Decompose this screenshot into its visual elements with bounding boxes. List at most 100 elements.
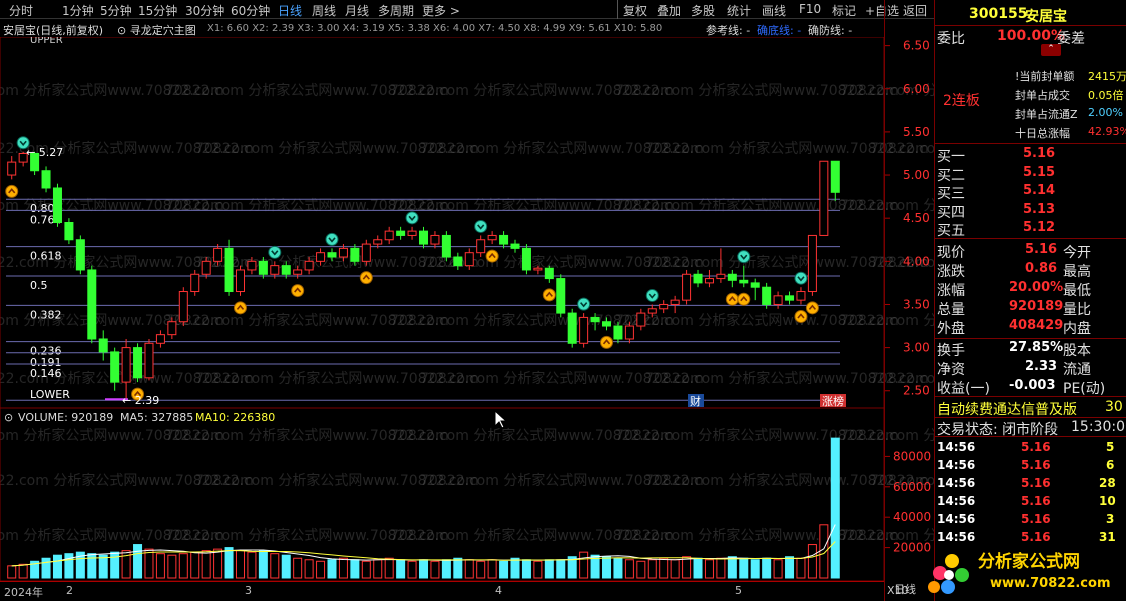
volume-bar bbox=[521, 559, 531, 579]
volume-bar bbox=[785, 556, 795, 579]
tab-monthly[interactable]: 月线 bbox=[345, 2, 369, 19]
volume-bar bbox=[133, 544, 143, 579]
volume-bar bbox=[830, 437, 840, 579]
buy-level-price: 5.12 bbox=[1023, 220, 1056, 235]
candle-body bbox=[418, 230, 429, 245]
volume-bar bbox=[213, 548, 223, 579]
volume-bar bbox=[155, 553, 165, 579]
add-watchlist-button[interactable]: +自选 bbox=[865, 2, 899, 19]
tab-weekly[interactable]: 周线 bbox=[312, 2, 336, 19]
volume-bar bbox=[201, 550, 211, 579]
bottom-signal-icon bbox=[5, 184, 19, 198]
volume-bar bbox=[464, 559, 474, 579]
tab-15min[interactable]: 15分钟 bbox=[138, 2, 177, 19]
fengdan-value: 2415万 bbox=[1088, 70, 1126, 83]
volume-bar bbox=[739, 557, 749, 579]
candle-body bbox=[327, 252, 337, 258]
candle-body bbox=[121, 347, 131, 383]
toolbar-separator bbox=[617, 0, 618, 19]
candle-body bbox=[464, 252, 474, 267]
date-label-feb: 2 bbox=[66, 584, 73, 597]
volume-bar bbox=[613, 557, 623, 579]
volume-bar bbox=[41, 557, 51, 579]
tick-volume: 10 bbox=[1099, 494, 1116, 508]
candle-body bbox=[830, 160, 840, 193]
fib-label: 0.146 bbox=[30, 367, 62, 380]
weibi-value: 100.00% bbox=[997, 28, 1066, 44]
zhangting-badge-text: 涨榜 bbox=[822, 394, 844, 408]
lower-label: LOWER bbox=[30, 388, 70, 401]
bottom-signal-icon bbox=[805, 301, 819, 315]
huaxian-button[interactable]: 画线 bbox=[762, 2, 786, 19]
quote-panel: 300155 安居宝 委比 100.00% 委差 ⌃ 2连板 自动续费通达信普及… bbox=[934, 0, 1126, 601]
candle-body bbox=[64, 222, 74, 241]
fib-label: 0.382 bbox=[30, 308, 62, 321]
volume-bar bbox=[144, 548, 154, 579]
quote-label: 现价 bbox=[937, 245, 965, 261]
stock-name: 安居宝 bbox=[1025, 9, 1067, 25]
buy-level-price: 5.14 bbox=[1023, 183, 1056, 198]
volume-frame bbox=[0, 408, 885, 582]
biaoji-button[interactable]: 标记 bbox=[832, 2, 856, 19]
candle-body bbox=[487, 234, 497, 241]
tick-volume: 31 bbox=[1099, 530, 1116, 544]
volume-bar bbox=[373, 559, 383, 579]
volume-bar bbox=[235, 550, 245, 579]
candle-body bbox=[510, 243, 520, 249]
buy-level-price: 5.15 bbox=[1023, 164, 1056, 180]
candle-body bbox=[281, 265, 291, 275]
volume-bar bbox=[338, 557, 348, 579]
tick-volume: 5 bbox=[1106, 440, 1115, 454]
candle-body bbox=[407, 230, 417, 236]
volume-bar bbox=[64, 553, 74, 579]
volume-bar bbox=[293, 557, 303, 579]
tab-multi-period[interactable]: 多周期 bbox=[378, 2, 414, 19]
diejia-button[interactable]: 叠加 bbox=[657, 2, 681, 19]
quote-value: 20.00% bbox=[1009, 280, 1064, 295]
duogu-button[interactable]: 多股 bbox=[691, 2, 715, 19]
fuquan-button[interactable]: 复权 bbox=[623, 2, 647, 19]
volume-bar bbox=[636, 560, 646, 579]
quote-right-label: 今开 bbox=[1063, 245, 1091, 261]
volume-bar bbox=[602, 556, 612, 579]
buy-level-label: 买三 bbox=[937, 186, 965, 202]
volume-bar bbox=[544, 559, 554, 579]
stock-title: 安居宝(日线,前复权) bbox=[3, 24, 104, 37]
volume-bar bbox=[361, 560, 371, 579]
quote-label: 总量 bbox=[937, 302, 965, 318]
candle-body bbox=[52, 187, 62, 223]
tab-30min[interactable]: 30分钟 bbox=[185, 2, 224, 19]
candle-body bbox=[727, 273, 737, 281]
f10-button[interactable]: F10 bbox=[799, 2, 821, 16]
quote-right-label: 内盘 bbox=[1063, 321, 1091, 337]
tab-1min[interactable]: 1分钟 bbox=[62, 2, 94, 19]
tab-more[interactable]: 更多 > bbox=[422, 2, 460, 19]
bottom-signal-icon bbox=[291, 284, 305, 298]
tongji-button[interactable]: 统计 bbox=[727, 2, 751, 19]
stats-value: -0.003 bbox=[1009, 378, 1056, 393]
y-tick-label: 3.00 bbox=[903, 341, 930, 355]
candlestick-chart[interactable]: 6.506.005.505.004.504.003.503.002.500.80… bbox=[0, 37, 934, 408]
candle-body bbox=[796, 291, 806, 301]
top-signal-icon bbox=[645, 288, 659, 302]
candle-body bbox=[384, 230, 394, 241]
candle-body bbox=[773, 295, 783, 305]
candle-body bbox=[350, 247, 360, 262]
candle-body bbox=[762, 286, 772, 305]
volume-chart[interactable]: 80000600004000020000 bbox=[0, 408, 934, 582]
volume-bar bbox=[579, 551, 589, 579]
indicator-selector[interactable]: ⊙ 寻龙定穴主图 bbox=[117, 22, 196, 37]
fengdan-value: 0.05倍 bbox=[1088, 89, 1124, 102]
tab-daily[interactable]: 日线 bbox=[278, 2, 302, 19]
tab-fenshi[interactable]: 分时 bbox=[9, 2, 33, 19]
volume-bar bbox=[430, 560, 440, 579]
back-button[interactable]: 返回 bbox=[903, 2, 927, 19]
bottom-signal-icon bbox=[233, 301, 247, 315]
volume-bar bbox=[441, 559, 451, 579]
mouse-cursor-icon bbox=[494, 410, 508, 429]
tab-5min[interactable]: 5分钟 bbox=[100, 2, 132, 19]
quote-right-label: 量比 bbox=[1063, 302, 1091, 318]
collapse-icon[interactable]: ⌃ bbox=[1041, 44, 1061, 56]
tab-60min[interactable]: 60分钟 bbox=[231, 2, 270, 19]
volume-bar bbox=[7, 565, 17, 579]
